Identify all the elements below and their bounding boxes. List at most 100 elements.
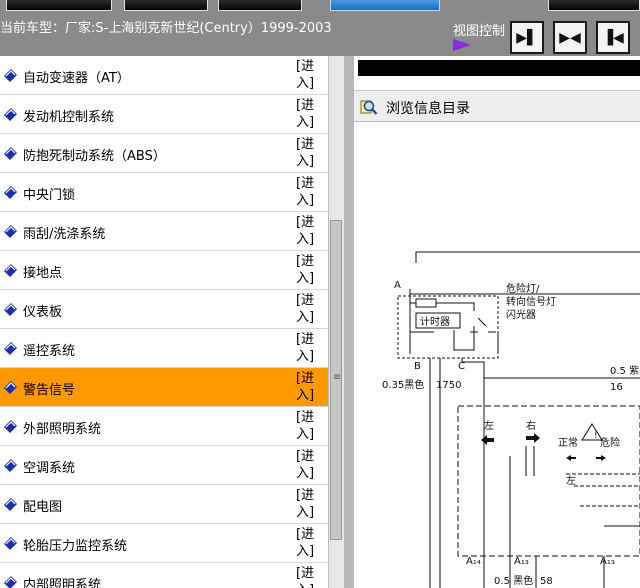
scrollbar-grip-icon: ≡ xyxy=(333,372,342,383)
dock-right-icon: ▶▌ xyxy=(516,29,538,46)
sidebar-item-label: 雨刮/洗涤系统 xyxy=(23,227,106,242)
book-icon xyxy=(4,459,17,472)
sidebar-item[interactable]: 雨刮/洗涤系统 [进入] xyxy=(0,212,328,251)
wiring-diagram[interactable]: A B C 危险灯/ 转向信号灯 闪光器 计时器 0.35黑色 1750 0.5… xyxy=(354,126,640,588)
sidebar-item[interactable]: 仪表板 [进入] xyxy=(0,290,328,329)
toolbar-button-1[interactable] xyxy=(6,0,112,11)
sidebar-item[interactable]: 接地点 [进入] xyxy=(0,251,328,290)
enter-link[interactable]: [进入] xyxy=(296,331,320,365)
dock-right-button[interactable]: ▶▌ xyxy=(510,21,544,54)
sidebar-item-label: 遥控系统 xyxy=(23,344,76,359)
dock-left-icon: ▐◀ xyxy=(602,29,624,46)
enter-link[interactable]: [进入] xyxy=(296,58,320,92)
sidebar-item-label: 自动变速器（AT） xyxy=(23,71,130,86)
wire-right-number: 16 xyxy=(610,382,623,393)
enter-link[interactable]: [进入] xyxy=(296,409,320,443)
enter-link[interactable]: [进入] xyxy=(296,292,320,326)
magnifier-icon xyxy=(360,100,378,115)
sidebar-scrollbar[interactable]: ≡ xyxy=(328,56,344,588)
view-control-arrow-icon xyxy=(453,39,471,51)
sidebar-item-label: 警告信号 xyxy=(23,383,76,398)
hazard-triangle-icon: ! xyxy=(594,431,598,441)
enter-link[interactable]: [进入] xyxy=(296,448,320,482)
content-panel: 浏览信息目录 A B C 危险灯/ 转向信号灯 闪光器 计时器 0.35黑色 1… xyxy=(354,56,640,588)
enter-link[interactable]: [进入] xyxy=(296,565,320,588)
book-icon xyxy=(4,69,17,82)
sidebar-item-label: 仪表板 xyxy=(23,305,63,320)
wire-left-label: 0.35黑色 xyxy=(382,378,424,391)
bottom-wire-number: 58 xyxy=(540,576,553,587)
enter-link[interactable]: [进入] xyxy=(296,487,320,521)
sidebar-item[interactable]: 内部照明系统 [进入] xyxy=(0,563,328,588)
toolbar-button-3[interactable] xyxy=(218,0,302,11)
pin-a13b-label: A₁₃ xyxy=(600,556,615,567)
current-model-label: 当前车型：厂家:S-上海别克新世纪(Centry）1999-2003 xyxy=(0,21,332,36)
enter-link[interactable]: [进入] xyxy=(296,214,320,248)
sidebar-item[interactable]: 外部照明系统 [进入] xyxy=(0,407,328,446)
enter-link[interactable]: [进入] xyxy=(296,136,320,170)
flasher-title-2: 转向信号灯 xyxy=(506,295,556,308)
sidebar-item[interactable]: 空调系统 [进入] xyxy=(0,446,328,485)
pin-c-label: C xyxy=(458,361,465,372)
left-turn-label-2: 左 xyxy=(566,474,576,487)
sidebar-item-label: 轮胎压力监控系统 xyxy=(23,539,128,554)
book-icon xyxy=(4,303,17,316)
enter-link[interactable]: [进入] xyxy=(296,97,320,131)
enter-link[interactable]: [进入] xyxy=(296,253,320,287)
sidebar-item-label: 接地点 xyxy=(23,266,63,281)
book-icon xyxy=(4,498,17,511)
system-list: 自动变速器（AT） [进入] 发动机控制系统 [进入] 防抱死制动系统（ABS） [进入]… xyxy=(0,56,328,588)
sidebar-item[interactable]: 自动变速器（AT） [进入] xyxy=(0,56,328,95)
enter-link[interactable]: [进入] xyxy=(296,526,320,560)
book-icon xyxy=(4,186,17,199)
sidebar-item[interactable]: 配电图 [进入] xyxy=(0,485,328,524)
book-icon xyxy=(4,108,17,121)
right-turn-label: 右 xyxy=(526,419,536,432)
sidebar-item-label: 内部照明系统 xyxy=(23,578,102,588)
enter-link[interactable]: [进入] xyxy=(296,175,320,209)
pin-a13-label: A₁₃ xyxy=(514,556,529,567)
book-icon xyxy=(4,381,17,394)
book-icon xyxy=(4,342,17,355)
browse-title: 浏览信息目录 xyxy=(386,101,470,117)
book-icon xyxy=(4,537,17,550)
timer-label: 计时器 xyxy=(420,315,450,328)
toolbar-button-active[interactable] xyxy=(330,0,440,11)
enter-link[interactable]: [进入] xyxy=(296,370,320,404)
sidebar-item-label: 空调系统 xyxy=(23,461,76,476)
hazard-mode-label: 危险 xyxy=(600,436,620,449)
sidebar-item[interactable]: 轮胎压力监控系统 [进入] xyxy=(0,524,328,563)
left-turn-label: 左 xyxy=(484,419,494,432)
sidebar-item-label: 防抱死制动系统（ABS） xyxy=(23,149,166,164)
toolbar-button-5[interactable] xyxy=(548,0,640,11)
view-control-label: 视图控制 xyxy=(453,24,506,39)
toolbar-button-2[interactable] xyxy=(124,0,208,11)
sidebar-item[interactable]: 警告信号 [进入] xyxy=(0,368,328,407)
wire-right-label: 0.5 紫 xyxy=(610,365,639,377)
split-view-icon: ▶◀ xyxy=(559,29,581,46)
book-icon xyxy=(4,576,17,588)
top-toolbar: 当前车型：厂家:S-上海别克新世纪(Centry）1999-2003 视图控制 … xyxy=(0,0,640,56)
sidebar-item-label: 发动机控制系统 xyxy=(23,110,115,125)
normal-mode-label: 正常 xyxy=(558,436,578,449)
scrollbar-thumb[interactable]: ≡ xyxy=(330,220,342,540)
sidebar-item[interactable]: 发动机控制系统 [进入] xyxy=(0,95,328,134)
flasher-title-3: 闪光器 xyxy=(506,308,536,321)
sidebar-item[interactable]: 遥控系统 [进入] xyxy=(0,329,328,368)
sidebar-item[interactable]: 防抱死制动系统（ABS） [进入] xyxy=(0,134,328,173)
pin-b-label: B xyxy=(414,361,421,372)
content-title-bar xyxy=(358,60,640,76)
split-view-button[interactable]: ▶◀ xyxy=(553,21,587,54)
sidebar-item-label: 中央门锁 xyxy=(23,188,76,203)
book-icon xyxy=(4,147,17,160)
sidebar-item-label: 外部照明系统 xyxy=(23,422,102,437)
flasher-title-1: 危险灯/ xyxy=(506,282,540,295)
bottom-wire-label: 0.5 黑色 xyxy=(494,574,533,587)
dock-left-button[interactable]: ▐◀ xyxy=(596,21,630,54)
book-icon xyxy=(4,264,17,277)
panel-splitter[interactable] xyxy=(344,56,354,588)
pin-a14-label: A₁₄ xyxy=(466,556,481,567)
pin-a-label: A xyxy=(394,280,401,291)
browse-header[interactable]: 浏览信息目录 xyxy=(354,90,640,122)
sidebar-item[interactable]: 中央门锁 [进入] xyxy=(0,173,328,212)
